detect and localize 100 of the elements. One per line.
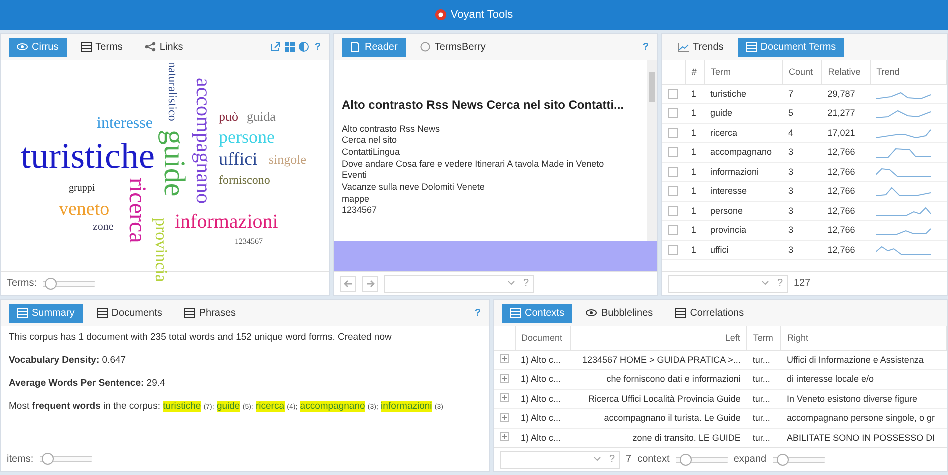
table-cell: 12,766 [822, 240, 870, 260]
checkbox[interactable] [668, 206, 678, 216]
column-header[interactable]: Trend [870, 60, 946, 84]
cloud-word[interactable]: può [219, 110, 238, 123]
tab[interactable]: TermsBerry [412, 38, 494, 56]
expand-icon[interactable] [500, 354, 509, 364]
table-cell: 1 [685, 104, 704, 123]
checkbox[interactable] [668, 225, 678, 236]
expand-icon[interactable] [500, 393, 509, 402]
scrollbar[interactable] [647, 60, 657, 241]
grid-icon[interactable] [284, 42, 295, 52]
term-link[interactable]: ricerca [256, 401, 285, 412]
cloud-word[interactable]: accompagnano [193, 78, 214, 204]
column-header[interactable]: # [685, 60, 704, 84]
checkbox[interactable] [668, 244, 678, 255]
expand-icon[interactable] [500, 432, 509, 442]
cloud-word[interactable]: naturalistico [167, 62, 179, 122]
slider-thumb[interactable] [42, 453, 54, 465]
cloud-word[interactable]: ricerca [125, 178, 149, 244]
table-cell: Uffici di Informazione e Assistenza [780, 350, 946, 370]
term-link[interactable]: guide [216, 401, 240, 412]
cloud-word[interactable]: guide [159, 130, 189, 197]
tab[interactable]: Documents [88, 304, 170, 322]
table-cell: 12,766 [822, 162, 870, 182]
expand-icon[interactable] [500, 374, 509, 383]
column-header[interactable]: Relative [822, 60, 870, 84]
count-label: 7 [626, 454, 632, 465]
table-icon [80, 42, 92, 52]
term-link[interactable]: turistiche [163, 401, 202, 412]
column-header[interactable]: Document [515, 326, 571, 350]
tab[interactable]: Reader [342, 38, 406, 56]
help-icon[interactable]: ? [314, 42, 321, 52]
tab[interactable]: Cirrus [9, 38, 67, 56]
help-icon[interactable]: ? [474, 308, 481, 318]
tab[interactable]: Trends [670, 38, 732, 56]
checkbox[interactable] [668, 166, 678, 177]
table-cell: 1 [685, 84, 704, 104]
document-line: Cerca nel sito [342, 135, 398, 147]
cloud-word[interactable]: interesse [97, 116, 153, 132]
table-cell: 3 [782, 240, 822, 260]
table-cell: 3 [782, 201, 822, 220]
table-cell: 1 [685, 220, 704, 240]
table-cell: accompagnano persone singole, o gr [780, 408, 946, 428]
table-icon [96, 308, 108, 318]
document-line: 1234567 [342, 205, 378, 218]
slider-thumb[interactable] [776, 454, 789, 466]
tab[interactable]: Contexts [502, 304, 572, 322]
table-cell: 5 [782, 104, 822, 123]
tab[interactable]: Bubblelines [578, 304, 662, 322]
table-cell: 1) Alto c... [515, 350, 571, 370]
cloud-word[interactable]: forniscono [219, 174, 270, 186]
tab[interactable]: Summary [9, 304, 83, 322]
cloud-word[interactable]: gruppi [69, 184, 96, 194]
slider-label: expand [734, 454, 767, 465]
checkbox[interactable] [668, 147, 678, 158]
table-icon [184, 308, 196, 318]
table-cell: accompagnano [704, 142, 782, 162]
tab[interactable]: Links [136, 38, 192, 56]
checkbox[interactable] [668, 186, 678, 196]
slider[interactable] [772, 454, 825, 466]
cloud-word[interactable]: guida [247, 110, 276, 123]
forward-button[interactable] [362, 276, 378, 292]
checkbox[interactable] [668, 128, 678, 138]
tab[interactable]: Correlations [667, 304, 752, 322]
slider[interactable] [43, 278, 95, 290]
contrast-icon[interactable] [298, 42, 309, 52]
total-count: 127 [794, 278, 811, 289]
back-button[interactable] [340, 276, 356, 292]
cloud-word[interactable]: uffici [219, 150, 258, 168]
cloud-word[interactable]: turistiche [21, 138, 155, 174]
tab[interactable]: Document Terms [738, 38, 844, 56]
help-icon[interactable]: ? [642, 42, 649, 52]
expand-icon[interactable] [500, 412, 509, 422]
term-link[interactable]: accompagnano [300, 401, 366, 412]
export-icon[interactable] [270, 42, 281, 52]
column-header[interactable]: Right [780, 326, 946, 350]
column-header[interactable]: Term [746, 326, 781, 350]
table-cell: ricerca [704, 123, 782, 142]
tab[interactable]: Terms [72, 38, 131, 56]
cloud-word[interactable]: informazioni [175, 212, 278, 232]
search-field[interactable]: ? [384, 274, 534, 292]
slider-thumb[interactable] [680, 454, 692, 466]
cloud-word[interactable]: zone [93, 222, 114, 233]
checkbox[interactable] [668, 88, 678, 99]
circle-icon [420, 42, 431, 52]
slider-thumb[interactable] [45, 278, 57, 290]
cloud-word[interactable]: 1234567 [235, 238, 263, 246]
table-cell: 4 [782, 123, 822, 142]
column-header[interactable]: Left [570, 326, 747, 350]
slider[interactable] [676, 454, 728, 466]
summary-text: This corpus has 1 document with 235 total words and 152 unique word forms. Created now [9, 332, 393, 343]
search-field[interactable]: ? [668, 274, 788, 292]
column-header[interactable]: Count [782, 60, 822, 84]
term-link[interactable]: informazioni [381, 401, 432, 412]
slider[interactable] [40, 453, 92, 465]
slider-label: context [638, 454, 670, 465]
tab[interactable]: Phrases [176, 304, 244, 322]
search-field[interactable]: ? [500, 450, 620, 468]
checkbox[interactable] [668, 108, 678, 118]
column-header[interactable]: Term [704, 60, 782, 84]
